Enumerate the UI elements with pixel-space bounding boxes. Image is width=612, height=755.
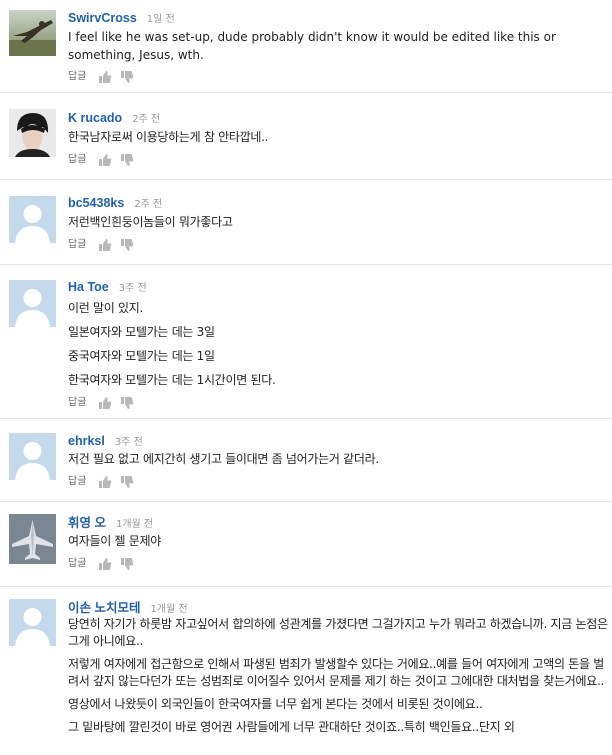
comment-text-line: 중국여자와 모텔가는 데는 1일 xyxy=(68,349,215,363)
comment-text-line: I feel like he was set-up, dude probably… xyxy=(68,30,556,62)
avatar[interactable] xyxy=(9,280,56,327)
comment-actions: 답글 xyxy=(68,395,608,411)
comment-actions: 답글 xyxy=(68,237,608,253)
comment-text: 당연히 자기가 하룻밤 자고싶어서 합의하에 성관계를 가졌다면 그걸가지고 누… xyxy=(68,616,608,736)
comment-item: bc5438ks 2주 전 저런백인흰둥이놈들이 뭐가좋다고 답글 xyxy=(0,180,612,265)
comment-text-line: 이런 말이 있지. xyxy=(68,301,143,315)
comment-item: 휘영 오 1개월 전 여자들이 젤 문제야 답글 xyxy=(0,502,612,587)
reply-button[interactable]: 답글 xyxy=(68,152,86,168)
comment-actions: 답글 xyxy=(68,556,608,572)
avatar[interactable] xyxy=(9,109,56,157)
comment-text-line: 그 밑바탕에 깔린것이 바로 영어권 사람들에게 너무 관대하단 것이죠..특히… xyxy=(68,720,515,734)
comment-text-line: 저런백인흰둥이놈들이 뭐가좋다고 xyxy=(68,215,233,229)
comment-item: K rucado 2주 전 한국남자로써 이용당하는게 참 안타깝네.. 답글 xyxy=(0,93,612,180)
comment-text-line: 저렇게 여자에게 접근함으로 인해서 파생된 범죄가 발생할수 있다는 거에요.… xyxy=(68,657,605,688)
comment-author[interactable]: 휘영 오 xyxy=(68,516,106,530)
thumbs-down-icon[interactable] xyxy=(120,396,134,410)
comment-text: 한국남자로써 이용당하는게 참 안타깝네.. xyxy=(68,128,608,146)
reply-button[interactable]: 답글 xyxy=(68,395,86,411)
comment-author[interactable]: ehrksl xyxy=(68,434,105,448)
thumbs-down-icon[interactable] xyxy=(120,475,134,489)
comment-text: 여자들이 젤 문제야 xyxy=(68,532,608,550)
reply-button[interactable]: 답글 xyxy=(68,556,86,572)
comment-text: 이런 말이 있지. 일본여자와 모텔가는 데는 3일 중국여자와 모텔가는 데는… xyxy=(68,299,608,389)
comment-text: I feel like he was set-up, dude probably… xyxy=(68,28,608,64)
reply-button[interactable]: 답글 xyxy=(68,69,86,85)
comment-text-line: 당연히 자기가 하룻밤 자고싶어서 합의하에 성관계를 가졌다면 그걸가지고 누… xyxy=(68,617,608,648)
avatar[interactable] xyxy=(9,599,56,646)
comment-text-line: 저건 필요 없고 에지간히 생기고 들이대면 좀 넘어가는거 같더라. xyxy=(68,452,379,466)
reply-button[interactable]: 답글 xyxy=(68,237,86,253)
comment-author[interactable]: SwirvCross xyxy=(68,11,137,25)
comment-author[interactable]: 이손 노치모테 xyxy=(68,601,140,615)
avatar[interactable] xyxy=(9,433,56,480)
comment-actions: 답글 xyxy=(68,474,608,490)
thumbs-up-icon[interactable] xyxy=(98,238,112,252)
thumbs-down-icon[interactable] xyxy=(120,557,134,571)
comment-author[interactable]: Ha Toe xyxy=(68,280,109,294)
avatar[interactable] xyxy=(9,514,56,564)
comment-text: 저런백인흰둥이놈들이 뭐가좋다고 xyxy=(68,213,608,231)
thumbs-down-icon[interactable] xyxy=(120,70,134,84)
comment-time[interactable]: 1개월 전 xyxy=(150,604,187,615)
comment-item: SwirvCross 1일 전 I feel like he was set-up… xyxy=(0,0,612,93)
thumbs-up-icon[interactable] xyxy=(98,153,112,167)
thumbs-up-icon[interactable] xyxy=(98,557,112,571)
comment-time[interactable]: 3주 전 xyxy=(115,437,143,448)
avatar[interactable] xyxy=(9,196,56,243)
comment-time[interactable]: 3주 전 xyxy=(119,283,147,294)
thumbs-up-icon[interactable] xyxy=(98,70,112,84)
comment-text-line: 영상에서 나왔듯이 외국인들이 한국여자를 너무 쉽게 본다는 것에서 비롯된 … xyxy=(68,697,483,711)
comment-time[interactable]: 1일 전 xyxy=(147,14,175,25)
comment-actions: 답글 xyxy=(68,69,608,85)
comment-author[interactable]: bc5438ks xyxy=(68,196,124,210)
comment-text-line: 일본여자와 모텔가는 데는 3일 xyxy=(68,325,215,339)
comment-text: 저건 필요 없고 에지간히 생기고 들이대면 좀 넘어가는거 같더라. xyxy=(68,450,608,468)
comment-item: 이손 노치모테 1개월 전 당연히 자기가 하룻밤 자고싶어서 합의하에 성관계를… xyxy=(0,587,612,755)
comment-item: ehrksl 3주 전 저건 필요 없고 에지간히 생기고 들이대면 좀 넘어가는… xyxy=(0,419,612,502)
thumbs-up-icon[interactable] xyxy=(98,475,112,489)
comment-time[interactable]: 2주 전 xyxy=(134,199,162,210)
comment-text-line: 여자들이 젤 문제야 xyxy=(68,534,161,548)
comment-text-line: 한국여자와 모텔가는 데는 1시간이면 된다. xyxy=(68,373,276,387)
comment-time[interactable]: 2주 전 xyxy=(132,114,160,125)
comment-item: Ha Toe 3주 전 이런 말이 있지. 일본여자와 모텔가는 데는 3일 중국… xyxy=(0,265,612,419)
comment-author[interactable]: K rucado xyxy=(68,111,122,125)
avatar[interactable] xyxy=(9,10,56,56)
comment-time[interactable]: 1개월 전 xyxy=(116,519,153,530)
thumbs-down-icon[interactable] xyxy=(120,238,134,252)
thumbs-up-icon[interactable] xyxy=(98,396,112,410)
comment-text-line: 한국남자로써 이용당하는게 참 안타깝네.. xyxy=(68,130,269,144)
reply-button[interactable]: 답글 xyxy=(68,474,86,490)
thumbs-down-icon[interactable] xyxy=(120,153,134,167)
comment-actions: 답글 xyxy=(68,152,608,168)
